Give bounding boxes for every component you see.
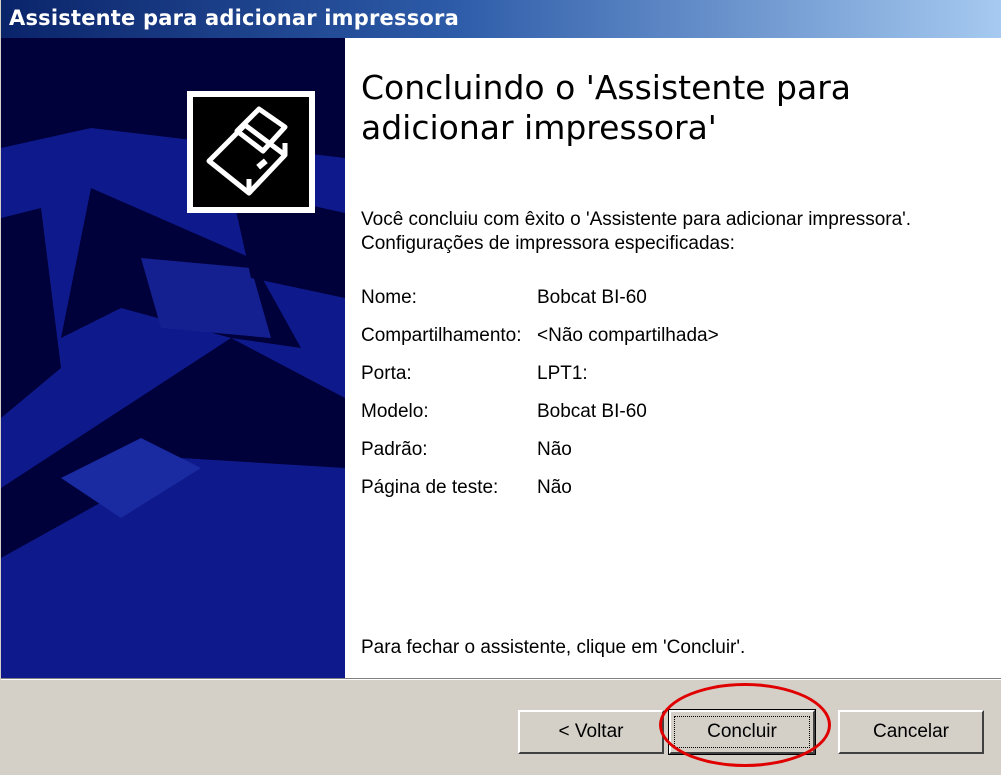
intro-text: Você concluiu com êxito o 'Assistente pa…	[361, 209, 912, 254]
setting-value: LPT1:	[537, 363, 588, 384]
setting-row-sharing: Compartilhamento: <Não compartilhada>	[361, 324, 981, 362]
setting-row-port: Porta: LPT1:	[361, 362, 981, 400]
title-bar[interactable]: Assistente para adicionar impressora	[1, 0, 1001, 38]
setting-value: Bobcat BI-60	[537, 401, 647, 422]
setting-value: Não	[537, 439, 572, 460]
close-instructions: Para fechar o assistente, clique em 'Con…	[361, 637, 746, 658]
setting-row-name: Nome: Bobcat BI-60	[361, 286, 981, 324]
setting-label: Padrão:	[361, 439, 428, 460]
wizard-window: Assistente para adicionar impressora Con…	[0, 0, 1001, 775]
button-bar: < Voltar Concluir Cancelar	[1, 680, 1001, 775]
cancel-button[interactable]: Cancelar	[838, 710, 984, 754]
setting-row-model: Modelo: Bobcat BI-60	[361, 400, 981, 438]
printer-settings-list: Nome: Bobcat BI-60 Compartilhamento: <Nã…	[361, 286, 981, 514]
setting-label: Modelo:	[361, 401, 429, 422]
setting-label: Compartilhamento:	[361, 325, 522, 346]
setting-row-default: Padrão: Não	[361, 438, 981, 476]
setting-label: Página de teste:	[361, 477, 499, 498]
setting-value: Bobcat BI-60	[537, 287, 647, 308]
page-title: Concluindo o 'Assistente para adicionar …	[361, 68, 852, 147]
setting-row-test-page: Página de teste: Não	[361, 476, 981, 514]
setting-label: Porta:	[361, 363, 412, 384]
setting-label: Nome:	[361, 287, 417, 308]
setting-value: Não	[537, 477, 572, 498]
window-title: Assistente para adicionar impressora	[9, 6, 459, 30]
printer-wizard-icon	[187, 91, 315, 213]
back-button[interactable]: < Voltar	[518, 710, 664, 754]
wizard-banner	[1, 38, 345, 678]
finish-button[interactable]: Concluir	[668, 709, 816, 755]
wizard-content: Concluindo o 'Assistente para adicionar …	[345, 38, 1001, 678]
finish-button-label: Concluir	[674, 716, 810, 748]
setting-value: <Não compartilhada>	[537, 325, 719, 346]
